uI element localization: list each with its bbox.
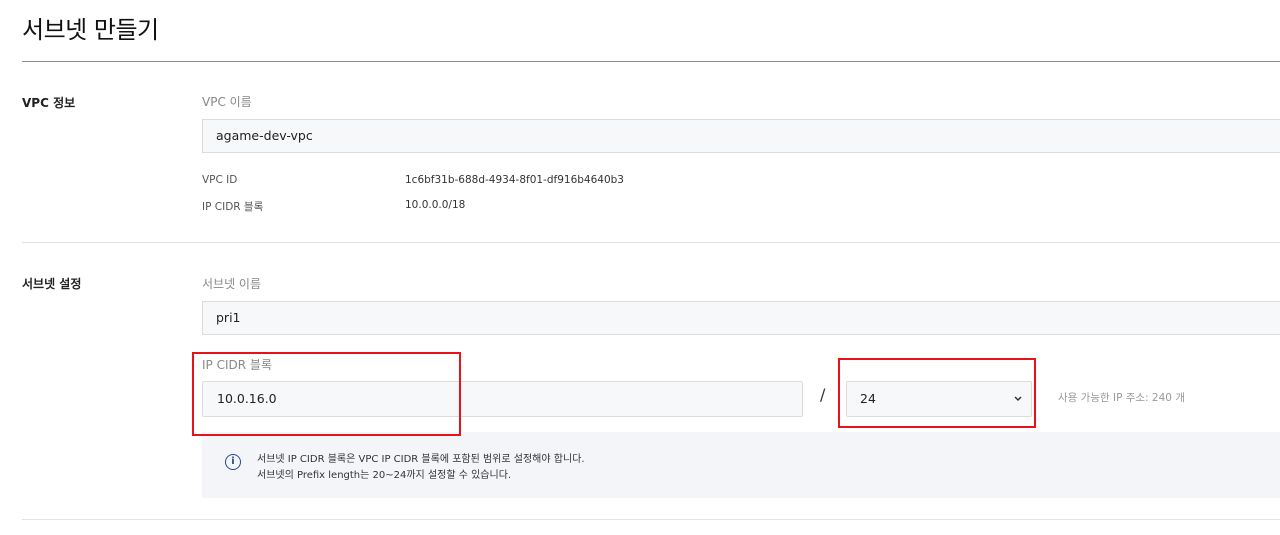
subnet-name-input[interactable]: pri1 [202, 301, 1280, 335]
cidr-highlight-box [192, 352, 461, 436]
page-title: 서브넷 만들기 [22, 16, 159, 44]
vpc-cidr-value: 10.0.0.0/18 [405, 199, 466, 211]
subnet-name-label: 서브넷 이름 [202, 277, 262, 291]
section-divider [22, 242, 1280, 243]
subnet-settings-section-label: 서브넷 설정 [22, 277, 82, 291]
bottom-divider [22, 519, 1280, 520]
create-subnet-page: 서브넷 만들기 VPC 정보 VPC 이름 agame-dev-vpc VPC … [0, 0, 1280, 535]
info-icon: i [225, 454, 241, 470]
title-divider [22, 61, 1280, 62]
cidr-slash: / [820, 385, 826, 404]
info-line-2: 서브넷의 Prefix length는 20~24까지 설정할 수 있습니다. [257, 470, 512, 481]
vpc-name-label: VPC 이름 [202, 95, 252, 109]
info-box: i 서브넷 IP CIDR 블록은 VPC IP CIDR 블록에 포함된 범위… [202, 432, 1280, 498]
vpc-id-key: VPC ID [202, 174, 238, 186]
vpc-info-section-label: VPC 정보 [22, 96, 76, 110]
vpc-name-field: agame-dev-vpc [202, 119, 1280, 153]
vpc-id-value: 1c6bf31b-688d-4934-8f01-df916b4640b3 [405, 174, 624, 186]
available-ip-text: 사용 가능한 IP 주소: 240 개 [1058, 392, 1185, 404]
info-line-1: 서브넷 IP CIDR 블록은 VPC IP CIDR 블록에 포함된 범위로 … [257, 454, 585, 465]
vpc-cidr-key: IP CIDR 블록 [202, 201, 264, 213]
prefix-highlight-box [838, 358, 1036, 428]
